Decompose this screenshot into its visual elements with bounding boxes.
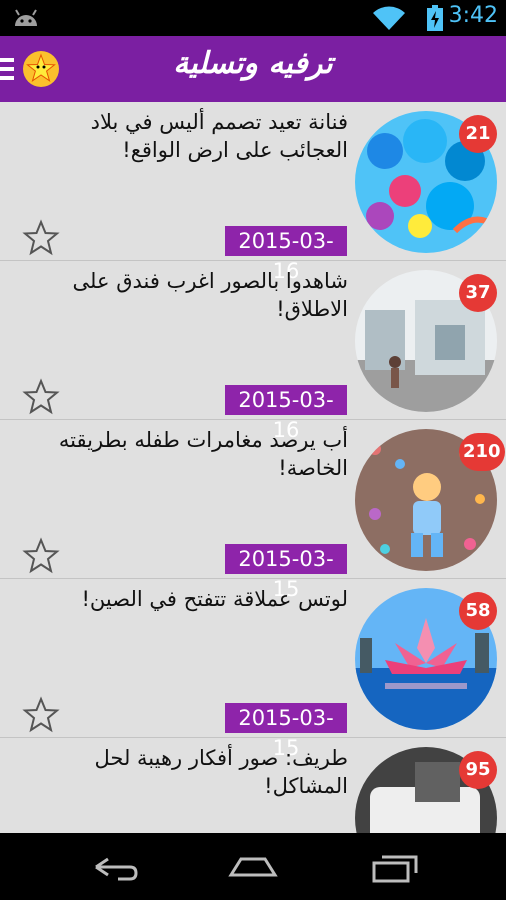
article-title[interactable]: لوتس عملاقة تتفتح في الصين! bbox=[48, 585, 349, 613]
battery-icon bbox=[427, 5, 443, 31]
article-title[interactable]: أب يرصد مغامرات طفله بطريقته الخاصة! bbox=[48, 426, 348, 482]
list-item[interactable]: 21 فنانة تعيد تصمم أليس في بلاد العجائب … bbox=[0, 102, 506, 283]
status-bar: 3:42 bbox=[0, 0, 506, 36]
article-date: 2015-03-16 bbox=[225, 385, 347, 442]
favorite-star-icon[interactable] bbox=[22, 219, 60, 257]
page-title: ترفيه وتسلية bbox=[173, 46, 333, 81]
count-badge: 58 bbox=[459, 592, 497, 630]
navigation-bar bbox=[0, 833, 506, 900]
wifi-icon bbox=[373, 6, 405, 30]
list-item[interactable]: 58 لوتس عملاقة تتفتح في الصين! 2015-03-1… bbox=[0, 579, 506, 760]
count-badge: 210 bbox=[459, 433, 505, 471]
home-icon[interactable] bbox=[227, 851, 279, 883]
count-badge: 37 bbox=[459, 274, 497, 312]
back-icon[interactable] bbox=[88, 851, 140, 883]
app-bar: ترفيه وتسلية bbox=[0, 36, 506, 102]
article-title[interactable]: شاهدوا بالصور اغرب فندق على الاطلاق! bbox=[48, 267, 348, 323]
count-badge: 95 bbox=[459, 751, 497, 789]
article-title[interactable]: طريف: صور أفكار رهيبة لحل المشاكل! bbox=[48, 744, 349, 800]
status-time: 3:42 bbox=[448, 3, 498, 28]
list-item[interactable]: 95 طريف: صور أفكار رهيبة لحل المشاكل! bbox=[0, 738, 506, 833]
list-item[interactable]: 210 أب يرصد مغامرات طفله بطريقته الخاصة!… bbox=[0, 420, 506, 601]
article-title[interactable]: فنانة تعيد تصمم أليس في بلاد العجائب على… bbox=[48, 108, 348, 164]
list-item[interactable]: 37 شاهدوا بالصور اغرب فندق على الاطلاق! … bbox=[0, 261, 506, 442]
article-date: 2015-03-15 bbox=[225, 544, 347, 601]
favorite-star-icon[interactable] bbox=[22, 696, 60, 734]
article-list[interactable]: 21 فنانة تعيد تصمم أليس في بلاد العجائب … bbox=[0, 102, 506, 833]
favorite-star-icon[interactable] bbox=[22, 537, 60, 575]
recent-apps-icon[interactable] bbox=[370, 851, 422, 883]
article-date: 2015-03-16 bbox=[225, 226, 347, 283]
count-badge: 21 bbox=[459, 115, 497, 153]
favorite-star-icon[interactable] bbox=[22, 378, 60, 416]
android-debug-icon bbox=[15, 9, 37, 26]
article-date: 2015-03-15 bbox=[225, 703, 347, 760]
